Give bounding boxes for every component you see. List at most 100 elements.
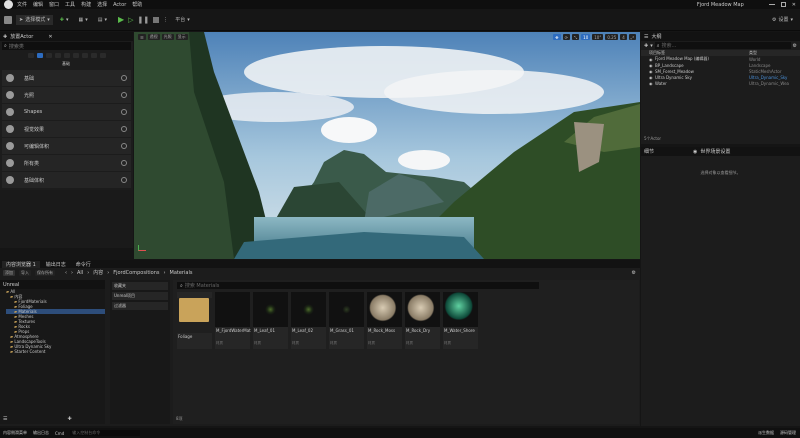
scale-tool-icon[interactable]: ⤡ <box>571 34 580 40</box>
folder-tree-item[interactable]: ▰ Starter Content <box>6 349 105 354</box>
rotate-tool-icon[interactable]: ⟳ <box>562 34 570 40</box>
place-actor-item[interactable]: 视觉效果 <box>2 121 131 137</box>
place-actor-item[interactable]: 所有类 <box>2 155 131 171</box>
perspective-button[interactable]: 透视 <box>147 34 160 40</box>
cmd-tab[interactable]: 命令行 <box>72 261 95 268</box>
play-options-icon[interactable]: ▷ <box>128 16 133 24</box>
source-control-button[interactable]: 源码管理 <box>780 430 796 436</box>
place-actor-item[interactable]: 光照 <box>2 87 131 103</box>
add-actor-icon[interactable]: ✚ <box>644 43 648 49</box>
menu-item[interactable]: 文件 <box>17 1 27 8</box>
maximize-viewport-icon[interactable]: ⤢ <box>628 34 636 40</box>
tree-add-icon[interactable]: ✚ <box>67 416 71 422</box>
menu-item[interactable]: 构建 <box>81 1 91 8</box>
place-actors-tab[interactable]: ✚ 放置Actor ✕ <box>0 32 133 41</box>
outliner-settings-icon[interactable]: ⚙ <box>793 43 797 49</box>
category-volumes-icon[interactable] <box>73 52 79 58</box>
asset-tile[interactable]: M_Rock_Dry 材质 <box>405 292 440 349</box>
filter-item[interactable]: 收藏夹 <box>112 282 168 290</box>
level-viewport[interactable]: ☰ 透视 光照 显示 ✥ ⟳ ⤡ 10 10° 0.25 4 ⤢ <box>134 32 640 259</box>
outliner-row[interactable]: ◉ Water Ultra_Dynamic_Wea <box>641 80 800 86</box>
menu-item[interactable]: 选择 <box>97 1 107 8</box>
back-icon[interactable]: ‹ <box>65 270 67 276</box>
blueprint-button[interactable]: ▦ ▾ <box>75 15 90 25</box>
asset-tile[interactable]: Foliage <box>177 292 212 349</box>
save-all-button[interactable]: 保存所有 <box>35 269 55 276</box>
path-all[interactable]: All <box>77 270 83 276</box>
path-fjord[interactable]: FjordCompositions <box>113 270 159 276</box>
translate-tool-icon[interactable]: ✥ <box>553 34 561 40</box>
place-actor-item[interactable]: 可编辑体积 <box>2 138 131 154</box>
outliner-search-input[interactable]: ⌕ 搜索... <box>654 42 791 49</box>
place-actor-item[interactable]: 基础 <box>2 70 131 86</box>
help-icon[interactable] <box>121 126 127 132</box>
outliner-tab[interactable]: ☰ 大纲 <box>641 32 800 41</box>
details-tab[interactable]: 细节 <box>644 148 690 155</box>
cinematics-button[interactable]: ▤ ▾ <box>95 15 110 25</box>
category-fx-icon[interactable] <box>64 52 70 58</box>
save-icon[interactable] <box>4 15 12 24</box>
help-icon[interactable] <box>121 160 127 166</box>
output-log-tab[interactable]: 输出日志 <box>42 261 70 268</box>
asset-tile[interactable]: M_FjordWaterMat 材质 <box>215 292 251 349</box>
path-content[interactable]: 内容 <box>93 269 103 276</box>
menu-item[interactable]: 编辑 <box>33 1 43 8</box>
scale-snap-button[interactable]: 0.25 <box>605 34 619 40</box>
add-content-button[interactable]: ✚ ▾ <box>57 15 72 25</box>
grid-snap-button[interactable]: 10 <box>581 34 591 40</box>
outliner-row[interactable]: ◉ Ultra Dynamic Sky Ultra_Dynamic_Sky <box>641 74 800 80</box>
close-icon[interactable]: ✕ <box>792 2 796 8</box>
content-drawer-button[interactable]: 内容侧滑菜单 <box>3 430 27 436</box>
help-icon[interactable] <box>121 92 127 98</box>
content-settings-icon[interactable]: ⚙ <box>632 270 636 276</box>
cmd-button[interactable]: Cmd <box>55 431 64 436</box>
category-recent-icon[interactable] <box>28 52 34 58</box>
help-icon[interactable] <box>121 177 127 183</box>
launch-menu-icon[interactable]: ⋮ <box>163 17 168 23</box>
help-icon[interactable] <box>121 75 127 81</box>
category-geometry-icon[interactable] <box>100 52 106 58</box>
derived-data-button[interactable]: 派生数据 <box>758 430 774 436</box>
asset-tile[interactable]: M_Grass_01 材质 <box>329 292 364 349</box>
help-icon[interactable] <box>121 143 127 149</box>
lit-mode-button[interactable]: 光照 <box>161 34 174 40</box>
asset-tile[interactable]: M_Water_Shore 材质 <box>443 292 478 349</box>
asset-tile[interactable]: M_Leaf_01 材质 <box>253 292 288 349</box>
world-settings-tab[interactable]: 世界场景设置 <box>700 148 730 155</box>
asset-search-input[interactable]: ⌕ 搜索 Materials <box>177 282 539 289</box>
menu-item[interactable]: Actor <box>113 2 126 8</box>
rotation-snap-button[interactable]: 10° <box>592 34 604 40</box>
filter-item[interactable]: Unreal项目 <box>112 292 168 300</box>
menu-item[interactable]: 窗口 <box>49 1 59 8</box>
minimize-icon[interactable] <box>768 4 775 5</box>
collections-icon[interactable]: ☰ <box>3 416 7 422</box>
help-icon[interactable] <box>121 109 127 115</box>
category-lights-icon[interactable] <box>46 52 52 58</box>
place-search-box[interactable]: ⌕ 搜索类 <box>2 42 131 50</box>
filter-icon[interactable]: ▾ <box>650 43 653 49</box>
menu-item[interactable]: 工具 <box>65 1 75 8</box>
viewport-menu-button[interactable]: ☰ <box>138 34 146 40</box>
close-tab-icon[interactable]: ✕ <box>48 34 52 40</box>
maximize-icon[interactable] <box>780 2 786 7</box>
add-button[interactable]: 添加 <box>3 269 15 276</box>
menu-item[interactable]: 帮助 <box>132 1 142 8</box>
mode-select[interactable]: ➤ 选择模式 ▾ <box>16 14 53 25</box>
category-shapes-icon[interactable] <box>55 52 61 58</box>
asset-tile[interactable]: M_Leaf_02 材质 <box>291 292 326 349</box>
stop-icon[interactable] <box>153 16 160 23</box>
filter-item[interactable]: 过滤器 <box>112 302 168 310</box>
forward-icon[interactable]: › <box>71 270 73 276</box>
settings-button[interactable]: ⚙ 设置 ▾ <box>769 15 796 25</box>
import-button[interactable]: 导入 <box>19 269 31 276</box>
category-cinematic-icon[interactable] <box>91 52 97 58</box>
console-input[interactable]: 输入控制台命令 <box>70 430 141 436</box>
platforms-button[interactable]: 平台 ▾ <box>172 15 193 25</box>
path-materials[interactable]: Materials <box>170 270 193 276</box>
play-icon[interactable]: ▶ <box>118 15 124 24</box>
place-actor-item[interactable]: 基础体积 <box>2 172 131 188</box>
asset-tile[interactable]: M_Rock_Moss 材质 <box>367 292 402 349</box>
pause-icon[interactable]: ❚❚ <box>138 16 150 24</box>
camera-speed-button[interactable]: 4 <box>620 34 627 40</box>
category-all-icon[interactable] <box>82 52 88 58</box>
